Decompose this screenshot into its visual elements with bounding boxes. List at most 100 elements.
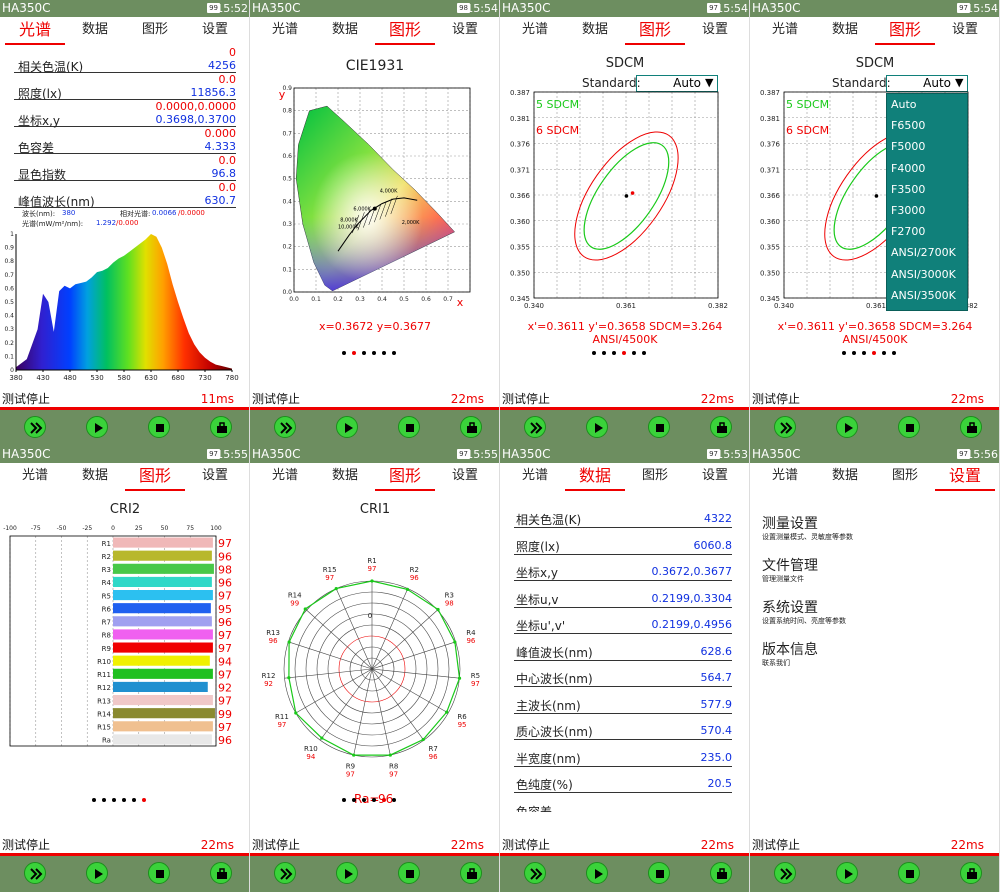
tab-settings[interactable]: 设置 — [185, 463, 245, 491]
page-dot[interactable] — [392, 798, 396, 802]
page-dot[interactable] — [892, 351, 896, 355]
tab-graph[interactable]: 图形 — [875, 17, 935, 45]
page-dot[interactable] — [352, 798, 356, 802]
tab-settings[interactable]: 设置 — [435, 463, 495, 491]
tab-data[interactable]: 数据 — [65, 17, 125, 45]
page-dot[interactable] — [632, 351, 636, 355]
settings-menu-item[interactable]: 系统设置 设置系统时间、亮度等参数 — [762, 597, 982, 635]
single-test-button[interactable] — [336, 416, 358, 438]
single-test-button[interactable] — [836, 416, 858, 438]
page-dot[interactable] — [882, 351, 886, 355]
tab-data[interactable]: 数据 — [815, 17, 875, 45]
page-dot[interactable] — [602, 351, 606, 355]
tab-spectrum[interactable]: 光谱 — [505, 17, 565, 45]
tab-graph[interactable]: 图形 — [375, 463, 435, 491]
tab-graph[interactable]: 图形 — [125, 463, 185, 491]
tab-spectrum[interactable]: 光谱 — [755, 463, 815, 491]
page-dot[interactable] — [392, 351, 396, 355]
tab-data[interactable]: 数据 — [565, 463, 625, 491]
page-dot[interactable] — [142, 798, 146, 802]
single-test-button[interactable] — [586, 416, 608, 438]
page-dot[interactable] — [362, 351, 366, 355]
single-test-button[interactable] — [336, 862, 358, 884]
tab-settings[interactable]: 设置 — [935, 17, 995, 45]
tab-spectrum[interactable]: 光谱 — [255, 17, 315, 45]
tab-data[interactable]: 数据 — [565, 17, 625, 45]
page-dot[interactable] — [842, 351, 846, 355]
export-button[interactable] — [210, 862, 232, 884]
page-dot[interactable] — [372, 798, 376, 802]
page-dot[interactable] — [342, 351, 346, 355]
continuous-test-button[interactable] — [274, 416, 296, 438]
single-test-button[interactable] — [86, 416, 108, 438]
continuous-test-button[interactable] — [774, 862, 796, 884]
stop-test-button[interactable] — [898, 862, 920, 884]
tab-data[interactable]: 数据 — [65, 463, 125, 491]
tab-spectrum[interactable]: 光谱 — [255, 463, 315, 491]
tab-settings[interactable]: 设置 — [685, 463, 745, 491]
export-button[interactable] — [210, 416, 232, 438]
dropdown-option[interactable]: ANSI/3500K — [891, 289, 956, 302]
export-button[interactable] — [710, 862, 732, 884]
stop-test-button[interactable] — [148, 862, 170, 884]
tab-graph[interactable]: 图形 — [375, 17, 435, 45]
dropdown-option[interactable]: F3500 — [891, 183, 925, 196]
continuous-test-button[interactable] — [274, 862, 296, 884]
tab-data[interactable]: 数据 — [315, 17, 375, 45]
stop-test-button[interactable] — [398, 862, 420, 884]
page-dot[interactable] — [342, 798, 346, 802]
stop-test-button[interactable] — [648, 416, 670, 438]
export-button[interactable] — [960, 416, 982, 438]
page-dot[interactable] — [382, 351, 386, 355]
export-button[interactable] — [710, 416, 732, 438]
dropdown-option[interactable]: ANSI/3000K — [891, 268, 956, 281]
continuous-test-button[interactable] — [524, 416, 546, 438]
page-dot[interactable] — [352, 351, 356, 355]
page-dot[interactable] — [852, 351, 856, 355]
tab-settings[interactable]: 设置 — [185, 17, 245, 45]
continuous-test-button[interactable] — [774, 416, 796, 438]
page-dot[interactable] — [92, 798, 96, 802]
tab-graph[interactable]: 图形 — [875, 463, 935, 491]
single-test-button[interactable] — [86, 862, 108, 884]
page-dot[interactable] — [122, 798, 126, 802]
continuous-test-button[interactable] — [24, 862, 46, 884]
tab-data[interactable]: 数据 — [815, 463, 875, 491]
dropdown-option[interactable]: F2700 — [891, 225, 925, 238]
tab-graph[interactable]: 图形 — [625, 17, 685, 45]
page-dot[interactable] — [372, 351, 376, 355]
dropdown-option[interactable]: ANSI/2700K — [891, 246, 956, 259]
tab-spectrum[interactable]: 光谱 — [505, 463, 565, 491]
stop-test-button[interactable] — [398, 416, 420, 438]
dropdown-option[interactable]: F5000 — [891, 140, 925, 153]
dropdown-option[interactable]: F3000 — [891, 204, 925, 217]
page-dot[interactable] — [612, 351, 616, 355]
tab-settings[interactable]: 设置 — [935, 463, 995, 491]
continuous-test-button[interactable] — [524, 862, 546, 884]
export-button[interactable] — [460, 416, 482, 438]
settings-menu-item[interactable]: 文件管理 管理测量文件 — [762, 555, 982, 593]
dropdown-option[interactable]: F6500 — [891, 119, 925, 132]
tab-spectrum[interactable]: 光谱 — [5, 463, 65, 491]
page-dot[interactable] — [862, 351, 866, 355]
tab-spectrum[interactable]: 光谱 — [5, 17, 65, 45]
page-dot[interactable] — [872, 351, 876, 355]
single-test-button[interactable] — [836, 862, 858, 884]
tab-settings[interactable]: 设置 — [685, 17, 745, 45]
tab-graph[interactable]: 图形 — [625, 463, 685, 491]
page-dot[interactable] — [102, 798, 106, 802]
page-dot[interactable] — [362, 798, 366, 802]
export-button[interactable] — [460, 862, 482, 884]
tab-graph[interactable]: 图形 — [125, 17, 185, 45]
tab-data[interactable]: 数据 — [315, 463, 375, 491]
tab-spectrum[interactable]: 光谱 — [755, 17, 815, 45]
stop-test-button[interactable] — [898, 416, 920, 438]
dropdown-option[interactable]: F4000 — [891, 162, 925, 175]
single-test-button[interactable] — [586, 862, 608, 884]
tab-settings[interactable]: 设置 — [435, 17, 495, 45]
page-dot[interactable] — [112, 798, 116, 802]
page-dot[interactable] — [622, 351, 626, 355]
continuous-test-button[interactable] — [24, 416, 46, 438]
settings-menu-item[interactable]: 测量设置 设置测量模式、灵敏度等参数 — [762, 513, 982, 551]
page-dot[interactable] — [642, 351, 646, 355]
